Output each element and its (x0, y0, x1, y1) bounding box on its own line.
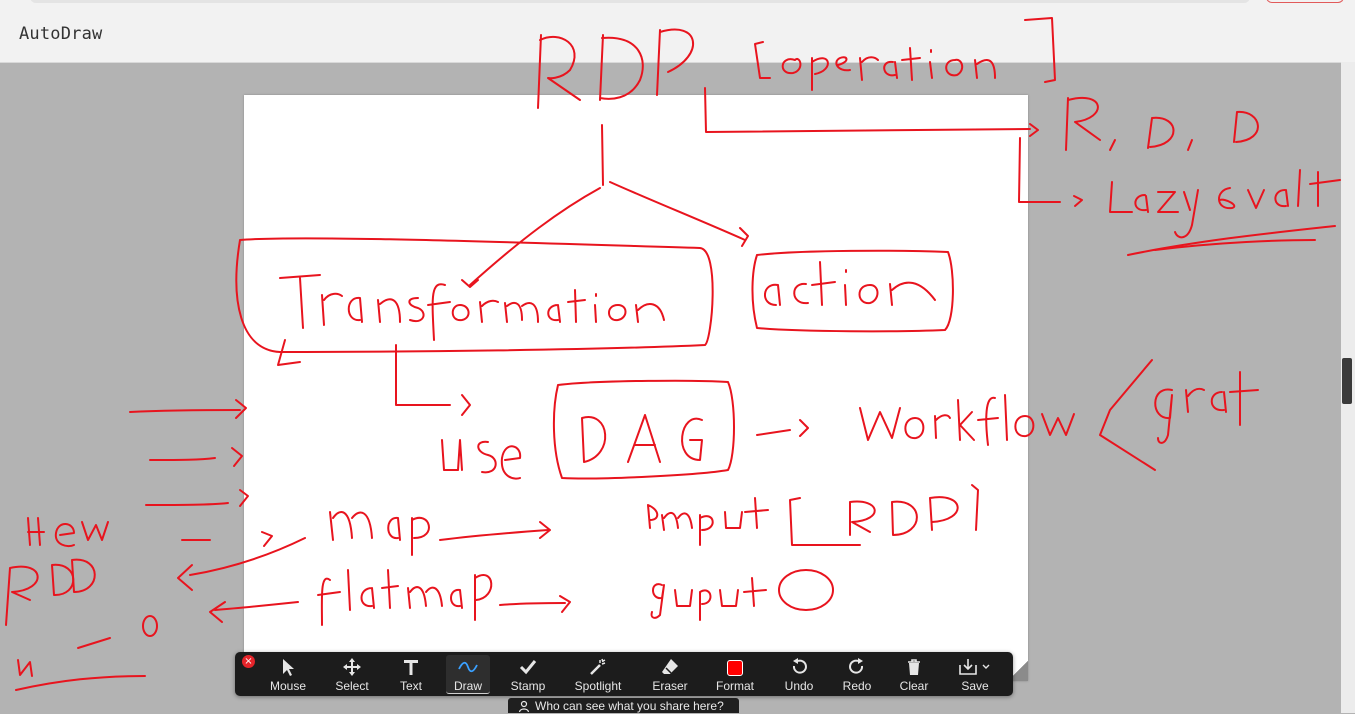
undo-icon (792, 658, 807, 674)
eraser-icon (662, 659, 678, 674)
tool-spotlight-button[interactable]: Spotlight (571, 655, 625, 693)
tool-undo-label: Undo (784, 679, 814, 693)
tool-draw-button[interactable]: Draw (446, 655, 490, 694)
text-T-icon (404, 660, 418, 675)
ink-map-flatmap (317, 484, 979, 626)
tool-undo-button[interactable]: Undo (777, 655, 821, 693)
ink-tree-branches (461, 124, 749, 288)
share-visibility-tip[interactable]: Who can see what you share here? (508, 698, 739, 713)
color-swatch-icon (727, 660, 743, 676)
tool-draw-label: Draw (453, 679, 482, 693)
tool-stamp-label: Stamp (510, 679, 546, 693)
tool-eraser-button[interactable]: Eraser (647, 655, 693, 693)
ink-rdd-operation (537, 17, 1056, 109)
close-toolbar-icon[interactable]: × (242, 655, 255, 668)
redo-icon (849, 658, 864, 674)
checkmark-icon (519, 660, 537, 675)
annotation-toolbar: × Mouse Select Text Draw Stamp Spotlight… (235, 652, 1013, 696)
tool-clear-label: Clear (899, 679, 929, 693)
tool-eraser-label: Eraser (652, 679, 688, 693)
ink-connectors-top (704, 87, 1259, 207)
ink-transformation (235, 237, 714, 366)
tool-spotlight-label: Spotlight (574, 679, 622, 693)
tool-text-label: Text (399, 679, 422, 693)
ink-workflow-graph (859, 359, 1259, 471)
tool-save-button[interactable]: Save (953, 655, 997, 693)
tool-select-label: Select (335, 679, 369, 693)
tool-stamp-button[interactable]: Stamp (505, 655, 551, 693)
pen-squiggle-icon (458, 661, 478, 673)
handwritten-annotations (5, 17, 1341, 691)
magic-wand-icon (590, 658, 606, 675)
share-tip-text: Who can see what you share here? (535, 699, 724, 713)
tool-mouse-button[interactable]: Mouse (265, 655, 311, 693)
arrow-cursor-icon (283, 659, 294, 676)
person-icon (518, 700, 530, 712)
tool-redo-button[interactable]: Redo (835, 655, 879, 693)
tool-save-label: Save (961, 679, 989, 693)
tool-select-button[interactable]: Select (329, 655, 375, 693)
tool-format-button[interactable]: Format (712, 655, 758, 693)
move-arrows-icon (343, 658, 361, 676)
save-download-icon (959, 659, 990, 675)
trash-icon (908, 659, 920, 675)
tool-clear-button[interactable]: Clear (892, 655, 936, 693)
tool-format-label: Format (715, 679, 754, 693)
tool-redo-label: Redo (842, 679, 872, 693)
ink-lazy-evaluate (1109, 169, 1341, 256)
ink-use-dag (395, 344, 809, 480)
tool-mouse-label: Mouse (269, 679, 307, 693)
ink-left-margin (5, 399, 306, 691)
tool-text-button[interactable]: Text (389, 655, 433, 693)
ink-action (751, 249, 954, 333)
